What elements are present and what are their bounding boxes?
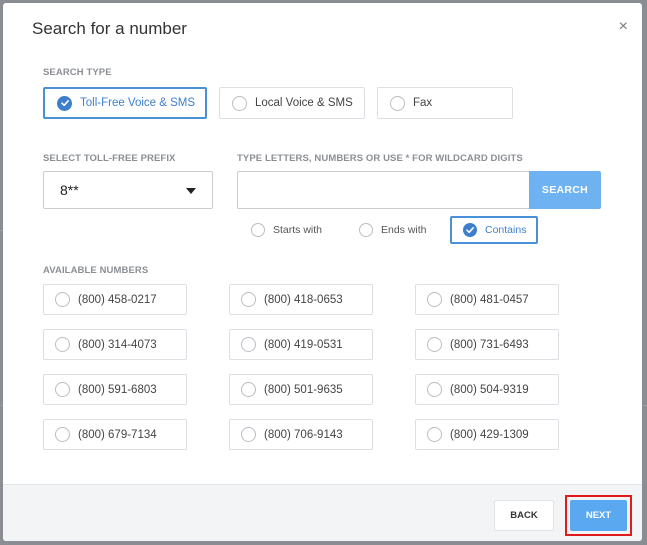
search-button[interactable]: SEARCH — [529, 171, 601, 209]
dialog-title: Search for a number — [32, 19, 187, 38]
radio-circle-icon — [427, 382, 442, 397]
number-label: (800) 501-9635 — [264, 383, 343, 396]
radio-circle-icon — [390, 95, 405, 111]
match-option-label: Ends with — [381, 224, 427, 236]
next-button-highlight: NEXT — [565, 495, 632, 536]
back-button[interactable]: BACK — [494, 500, 554, 531]
check-circle-icon — [57, 95, 72, 111]
number-option[interactable]: (800) 429-1309 — [415, 419, 559, 450]
number-option[interactable]: (800) 731-6493 — [415, 329, 559, 360]
radio-circle-icon — [241, 292, 256, 307]
number-label: (800) 314-4073 — [78, 338, 157, 351]
number-option[interactable]: (800) 706-9143 — [229, 419, 373, 450]
dialog-footer: BACK NEXT — [3, 484, 642, 541]
radio-circle-icon — [359, 223, 373, 237]
number-label: (800) 429-1309 — [450, 428, 529, 441]
search-number-dialog: Search for a number × SEARCH TYPE Toll-F… — [3, 3, 642, 541]
search-type-option-label: Local Voice & SMS — [255, 97, 353, 109]
search-type-toll-free[interactable]: Toll-Free Voice & SMS — [43, 87, 207, 119]
search-type-option-label: Toll-Free Voice & SMS — [80, 97, 196, 109]
match-option-label: Contains — [485, 224, 527, 236]
prefix-label: SELECT TOLL-FREE PREFIX — [43, 153, 176, 164]
search-pattern-label: TYPE LETTERS, NUMBERS OR USE * FOR WILDC… — [237, 153, 523, 164]
radio-circle-icon — [241, 427, 256, 442]
radio-circle-icon — [55, 382, 70, 397]
number-label: (800) 679-7134 — [78, 428, 157, 441]
number-option[interactable]: (800) 418-0653 — [229, 284, 373, 315]
match-option-label: Starts with — [273, 224, 323, 236]
caret-down-icon — [186, 188, 196, 194]
radio-circle-icon — [427, 427, 442, 442]
number-option[interactable]: (800) 679-7134 — [43, 419, 187, 450]
number-option[interactable]: (800) 591-6803 — [43, 374, 187, 405]
check-circle-icon — [463, 223, 477, 237]
match-ends-with[interactable]: Ends with — [359, 216, 427, 244]
number-label: (800) 458-0217 — [78, 293, 157, 306]
radio-circle-icon — [251, 223, 265, 237]
number-option[interactable]: (800) 314-4073 — [43, 329, 187, 360]
number-option[interactable]: (800) 419-0531 — [229, 329, 373, 360]
number-label: (800) 481-0457 — [450, 293, 529, 306]
number-label: (800) 418-0653 — [264, 293, 343, 306]
prefix-select[interactable]: 8** — [43, 171, 213, 209]
match-contains[interactable]: Contains — [450, 216, 538, 244]
radio-circle-icon — [55, 337, 70, 352]
search-type-fax[interactable]: Fax — [377, 87, 513, 119]
prefix-value: 8** — [60, 182, 79, 198]
number-label: (800) 591-6803 — [78, 383, 157, 396]
match-starts-with[interactable]: Starts with — [251, 216, 322, 244]
number-label: (800) 706-9143 — [264, 428, 343, 441]
available-numbers-label: AVAILABLE NUMBERS — [43, 265, 149, 276]
number-label: (800) 731-6493 — [450, 338, 529, 351]
close-icon[interactable]: × — [619, 19, 628, 35]
search-pattern-input[interactable] — [237, 171, 530, 209]
radio-circle-icon — [241, 382, 256, 397]
radio-circle-icon — [241, 337, 256, 352]
next-button[interactable]: NEXT — [570, 500, 627, 531]
search-type-label: SEARCH TYPE — [43, 67, 112, 78]
number-option[interactable]: (800) 458-0217 — [43, 284, 187, 315]
number-option[interactable]: (800) 501-9635 — [229, 374, 373, 405]
backdrop-divider — [642, 405, 647, 406]
radio-circle-icon — [427, 292, 442, 307]
number-label: (800) 504-9319 — [450, 383, 529, 396]
number-option[interactable]: (800) 504-9319 — [415, 374, 559, 405]
radio-circle-icon — [232, 95, 247, 111]
search-type-local[interactable]: Local Voice & SMS — [219, 87, 365, 119]
number-option[interactable]: (800) 481-0457 — [415, 284, 559, 315]
number-label: (800) 419-0531 — [264, 338, 343, 351]
radio-circle-icon — [427, 337, 442, 352]
radio-circle-icon — [55, 427, 70, 442]
search-type-option-label: Fax — [413, 97, 433, 109]
radio-circle-icon — [55, 292, 70, 307]
